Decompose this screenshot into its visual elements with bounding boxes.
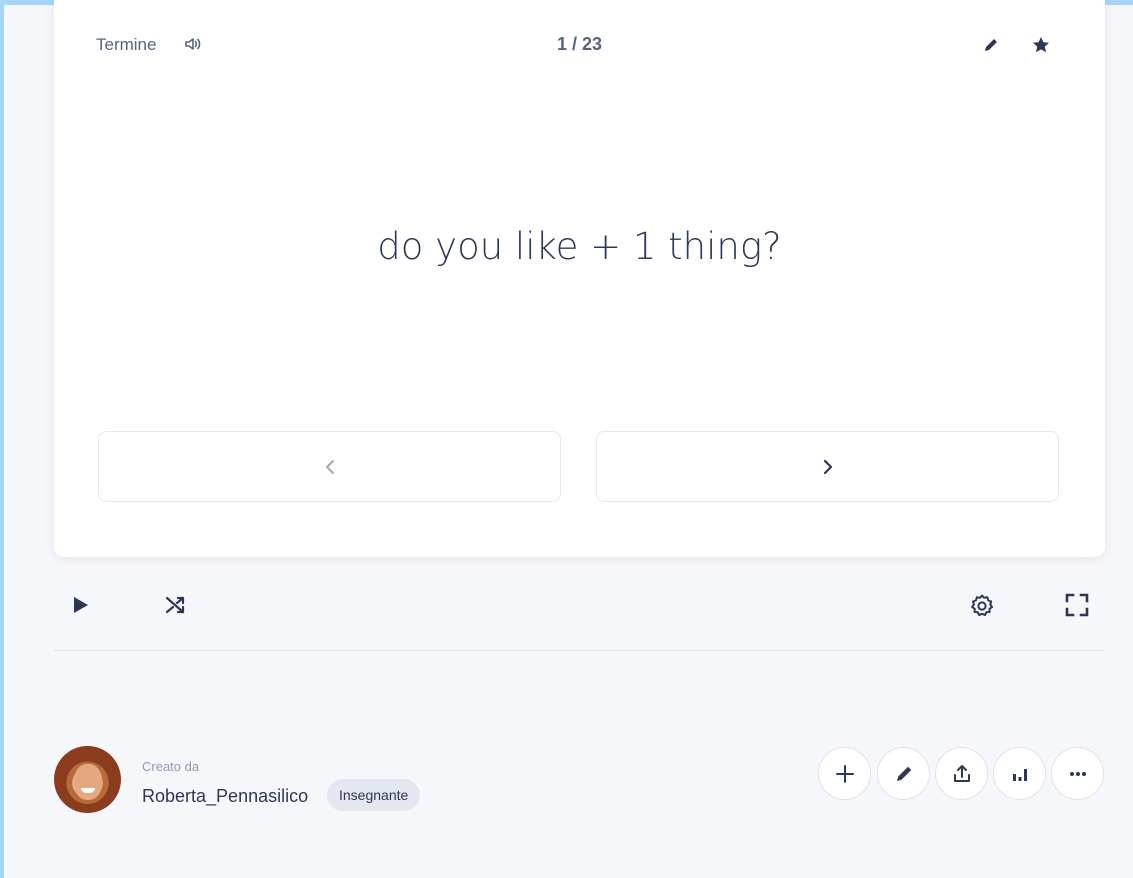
star-icon[interactable]	[1030, 34, 1052, 56]
flashcard[interactable]: Termine 1 / 23 do you like + 1 thing?	[54, 0, 1105, 557]
window-frame-left	[0, 0, 4, 878]
role-badge: Insegnante	[327, 779, 421, 811]
share-button[interactable]	[935, 747, 988, 800]
more-options-button[interactable]	[1051, 747, 1104, 800]
shuffle-icon[interactable]	[163, 592, 189, 618]
upload-icon	[953, 764, 970, 782]
plus-icon	[835, 764, 854, 783]
created-by-label: Creato da	[142, 759, 200, 774]
card-term-text: do you like + 1 thing?	[377, 225, 782, 268]
previous-card-button[interactable]	[98, 431, 561, 502]
edit-set-button[interactable]	[877, 747, 930, 800]
author-username[interactable]: Roberta_Pennasilico	[142, 786, 308, 807]
add-button[interactable]	[818, 747, 871, 800]
chevron-right-icon	[823, 459, 832, 474]
fullscreen-icon[interactable]	[1063, 591, 1091, 619]
chevron-left-icon	[325, 459, 334, 474]
avatar[interactable]	[54, 746, 121, 813]
next-card-button[interactable]	[596, 431, 1059, 502]
stats-button[interactable]	[993, 747, 1046, 800]
pencil-icon	[896, 766, 911, 781]
pencil-icon[interactable]	[980, 34, 1002, 56]
play-icon[interactable]	[70, 593, 92, 617]
card-counter: 1 / 23	[556, 34, 603, 54]
more-icon	[1069, 771, 1086, 776]
avatar-face	[74, 764, 102, 800]
bar-chart-icon	[1012, 768, 1027, 781]
gear-icon[interactable]	[968, 592, 996, 620]
divider	[54, 650, 1105, 651]
